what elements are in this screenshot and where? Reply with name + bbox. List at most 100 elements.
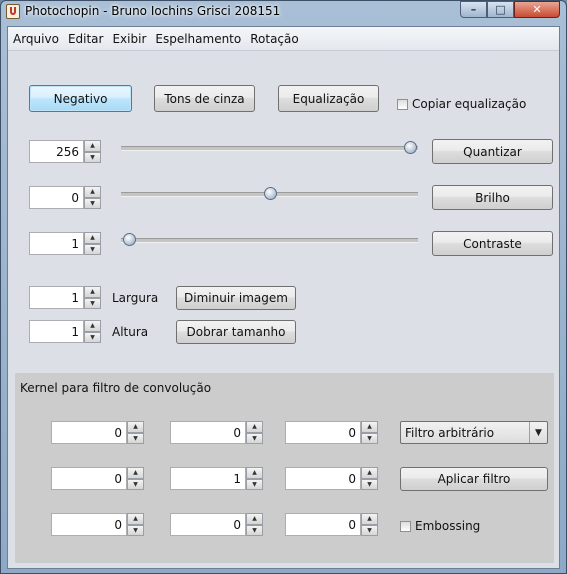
spin-up-icon[interactable]: ▲ (361, 467, 378, 479)
kernel-cell[interactable]: 0 ▲ ▼ (170, 421, 263, 444)
filter-select-value: Filtro arbitrário (405, 425, 495, 440)
contraste-value[interactable]: 1 (29, 232, 84, 255)
spin-up-icon[interactable]: ▲ (84, 186, 101, 198)
spin-down-icon[interactable]: ▼ (127, 432, 144, 444)
slider-thumb[interactable] (123, 233, 136, 246)
copiar-equalizacao-checkbox[interactable]: Copiar equalização (397, 97, 526, 111)
slider-track (121, 146, 418, 151)
kernel-cell-value[interactable]: 0 (285, 421, 361, 444)
spin-down-icon[interactable]: ▼ (246, 432, 263, 444)
main-panel: Arquivo Editar Exibir Espelhamento Rotaç… (7, 26, 560, 569)
kernel-cell[interactable]: 0 ▲ ▼ (285, 513, 378, 536)
spin-down-icon[interactable]: ▼ (127, 478, 144, 490)
brilho-button[interactable]: Brilho (432, 185, 553, 210)
spin-up-icon[interactable]: ▲ (127, 421, 144, 433)
kernel-cell-value[interactable]: 0 (285, 513, 361, 536)
spin-down-icon[interactable]: ▼ (246, 478, 263, 490)
menu-rotacao[interactable]: Rotação (247, 32, 303, 46)
contraste-slider[interactable] (121, 231, 418, 249)
checkbox-box[interactable] (400, 520, 411, 532)
kernel-cell-value[interactable]: 0 (170, 421, 246, 444)
aplicar-filtro-button[interactable]: Aplicar filtro (400, 467, 548, 491)
title-bar[interactable]: Photochopin - Bruno Iochins Grisci 20815… (1, 1, 566, 23)
window-controls: – □ ✕ (460, 1, 560, 19)
largura-value[interactable]: 1 (29, 286, 84, 309)
slider-thumb[interactable] (404, 141, 417, 154)
altura-label: Altura (112, 325, 149, 339)
minimize-button[interactable]: – (460, 1, 487, 18)
diminuir-imagem-button[interactable]: Diminuir imagem (176, 286, 296, 310)
spinner-arrows: ▲ ▼ (246, 513, 263, 536)
spin-up-icon[interactable]: ▲ (361, 513, 378, 525)
kernel-cell-value[interactable]: 0 (51, 421, 127, 444)
spin-down-icon[interactable]: ▼ (84, 151, 101, 163)
menu-exibir[interactable]: Exibir (109, 32, 150, 46)
spin-down-icon[interactable]: ▼ (84, 297, 101, 309)
menu-espelhamento[interactable]: Espelhamento (152, 32, 245, 46)
kernel-cell-value[interactable]: 1 (170, 467, 246, 490)
spin-up-icon[interactable]: ▲ (84, 232, 101, 244)
java-app-icon (6, 4, 20, 19)
spin-up-icon[interactable]: ▲ (246, 513, 263, 525)
kernel-cell[interactable]: 1 ▲ ▼ (170, 467, 263, 490)
embossing-checkbox[interactable]: Embossing (400, 519, 480, 533)
spin-down-icon[interactable]: ▼ (84, 331, 101, 343)
contraste-button[interactable]: Contraste (432, 231, 553, 256)
spinner-arrows: ▲ ▼ (84, 320, 101, 343)
quantizar-spinner[interactable]: 256 ▲ ▼ (29, 140, 101, 163)
altura-spinner[interactable]: 1 ▲ ▼ (29, 320, 101, 343)
window-title: Photochopin - Bruno Iochins Grisci 20815… (25, 4, 281, 18)
spin-up-icon[interactable]: ▲ (127, 467, 144, 479)
menu-editar[interactable]: Editar (65, 32, 108, 46)
spinner-arrows: ▲ ▼ (84, 232, 101, 255)
slider-thumb[interactable] (263, 187, 277, 200)
kernel-cell[interactable]: 0 ▲ ▼ (285, 467, 378, 490)
spinner-arrows: ▲ ▼ (84, 140, 101, 163)
kernel-cell[interactable]: 0 ▲ ▼ (51, 513, 144, 536)
spin-up-icon[interactable]: ▲ (361, 421, 378, 433)
kernel-cell[interactable]: 0 ▲ ▼ (285, 421, 378, 444)
equalizacao-button[interactable]: Equalização (278, 85, 379, 112)
brilho-slider[interactable] (121, 185, 418, 203)
kernel-cell[interactable]: 0 ▲ ▼ (170, 513, 263, 536)
spin-up-icon[interactable]: ▲ (84, 320, 101, 332)
embossing-label: Embossing (415, 519, 481, 533)
brilho-value[interactable]: 0 (29, 186, 84, 209)
spin-down-icon[interactable]: ▼ (246, 524, 263, 536)
filter-select[interactable]: Filtro arbitrário ▼ (400, 421, 548, 444)
spin-up-icon[interactable]: ▲ (127, 513, 144, 525)
spinner-arrows: ▲ ▼ (246, 467, 263, 490)
spin-up-icon[interactable]: ▲ (246, 421, 263, 433)
spin-down-icon[interactable]: ▼ (361, 478, 378, 490)
contraste-spinner[interactable]: 1 ▲ ▼ (29, 232, 101, 255)
quantizar-value[interactable]: 256 (29, 140, 84, 163)
spin-up-icon[interactable]: ▲ (84, 286, 101, 298)
spin-down-icon[interactable]: ▼ (84, 197, 101, 209)
maximize-button[interactable]: □ (487, 1, 514, 18)
spin-down-icon[interactable]: ▼ (361, 432, 378, 444)
spin-down-icon[interactable]: ▼ (84, 243, 101, 255)
chevron-down-icon[interactable]: ▼ (529, 422, 547, 443)
negativo-button[interactable]: Negativo (29, 85, 132, 112)
spinner-arrows: ▲ ▼ (127, 421, 144, 444)
kernel-cell-value[interactable]: 0 (170, 513, 246, 536)
checkbox-box[interactable] (397, 98, 408, 110)
dobrar-tamanho-button[interactable]: Dobrar tamanho (176, 320, 296, 344)
spin-down-icon[interactable]: ▼ (127, 524, 144, 536)
brilho-spinner[interactable]: 0 ▲ ▼ (29, 186, 101, 209)
spin-down-icon[interactable]: ▼ (361, 524, 378, 536)
spin-up-icon[interactable]: ▲ (246, 467, 263, 479)
kernel-cell-value[interactable]: 0 (285, 467, 361, 490)
altura-value[interactable]: 1 (29, 320, 84, 343)
kernel-cell[interactable]: 0 ▲ ▼ (51, 421, 144, 444)
spin-up-icon[interactable]: ▲ (84, 140, 101, 152)
close-button[interactable]: ✕ (514, 1, 560, 18)
kernel-cell-value[interactable]: 0 (51, 513, 127, 536)
largura-spinner[interactable]: 1 ▲ ▼ (29, 286, 101, 309)
quantizar-button[interactable]: Quantizar (432, 139, 553, 164)
tons-de-cinza-button[interactable]: Tons de cinza (154, 85, 255, 112)
kernel-cell[interactable]: 0 ▲ ▼ (51, 467, 144, 490)
quantizar-slider[interactable] (121, 139, 418, 157)
menu-arquivo[interactable]: Arquivo (10, 32, 63, 46)
kernel-cell-value[interactable]: 0 (51, 467, 127, 490)
